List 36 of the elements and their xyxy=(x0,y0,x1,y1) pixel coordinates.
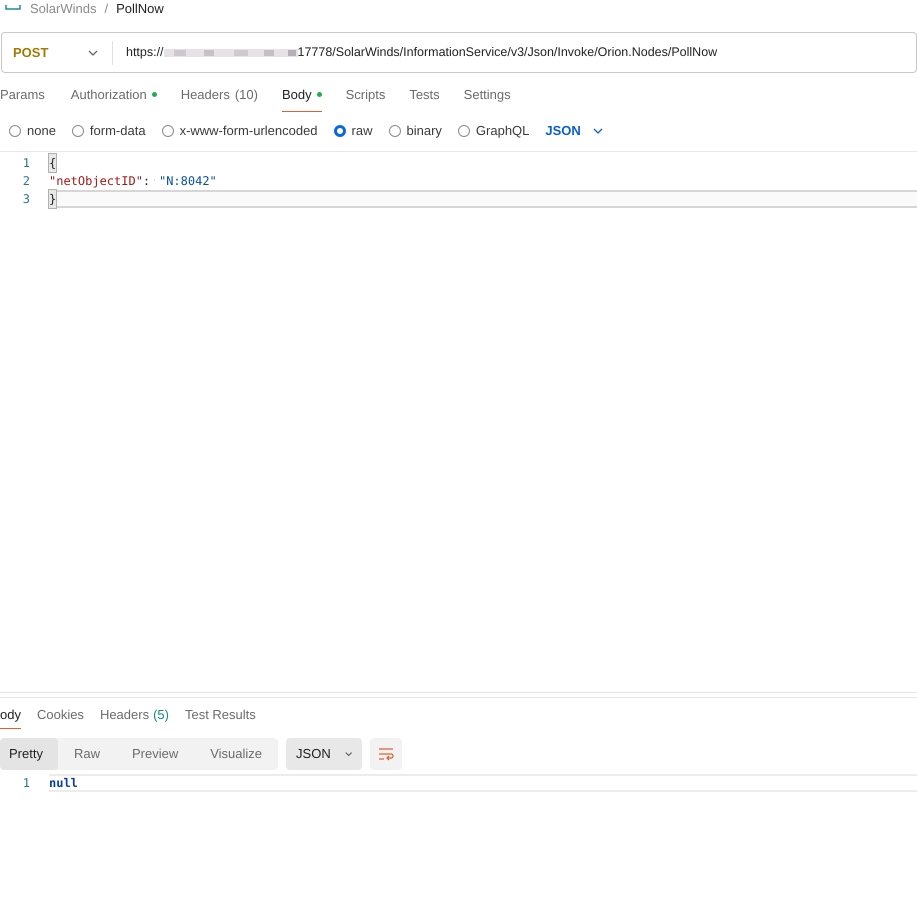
response-tab[interactable]: Test Results xyxy=(184,701,256,729)
body-type-radio[interactable]: GraphQL xyxy=(458,121,530,141)
response-value: null xyxy=(49,775,78,792)
view-option[interactable]: Raw xyxy=(58,738,116,770)
response-tab[interactable]: Headers (5) xyxy=(100,701,169,729)
request-tab[interactable]: Authorization xyxy=(58,78,169,112)
body-type-radio[interactable]: form-data xyxy=(72,121,146,141)
body-type-radio[interactable]: x-www-form-urlencoded xyxy=(162,121,318,141)
breadcrumb-request: PollNow xyxy=(116,2,164,16)
chevron-down-icon xyxy=(592,128,603,134)
wrap-lines-button[interactable] xyxy=(370,738,402,770)
body-type-radio[interactable]: none xyxy=(9,121,56,141)
line-number: 1 xyxy=(22,775,30,792)
breadcrumb-separator: / xyxy=(104,2,108,16)
request-tab[interactable]: Headers (10) xyxy=(168,78,270,112)
view-option[interactable]: Preview xyxy=(116,738,194,770)
breadcrumb-collection[interactable]: SolarWinds xyxy=(30,2,96,16)
request-tab[interactable]: Tests xyxy=(397,78,452,112)
wrap-lines-icon xyxy=(378,747,394,761)
body-type-radio[interactable]: raw xyxy=(334,121,372,141)
format-dropdown[interactable]: JSON xyxy=(545,121,603,141)
line-number: 3 xyxy=(22,191,30,208)
line-number: 1 xyxy=(22,155,30,172)
request-tab[interactable]: Settings xyxy=(452,78,523,112)
request-tab[interactable]: Scripts xyxy=(334,78,398,112)
chevron-down-icon xyxy=(344,751,352,757)
line-number: 2 xyxy=(22,173,30,190)
body-type-radio[interactable]: binary xyxy=(388,121,442,141)
code-line: "netObjectID": · "N:8042" xyxy=(49,173,218,190)
view-option[interactable]: Visualize xyxy=(194,738,278,770)
request-tab[interactable]: Params xyxy=(0,78,59,112)
format-dropdown[interactable]: JSON xyxy=(286,738,362,770)
view-option[interactable]: Pretty xyxy=(0,738,58,770)
response-tab[interactable]: ody xyxy=(0,701,21,729)
response-tab[interactable]: Cookies xyxy=(36,701,84,729)
request-tab[interactable]: Body xyxy=(270,78,334,112)
